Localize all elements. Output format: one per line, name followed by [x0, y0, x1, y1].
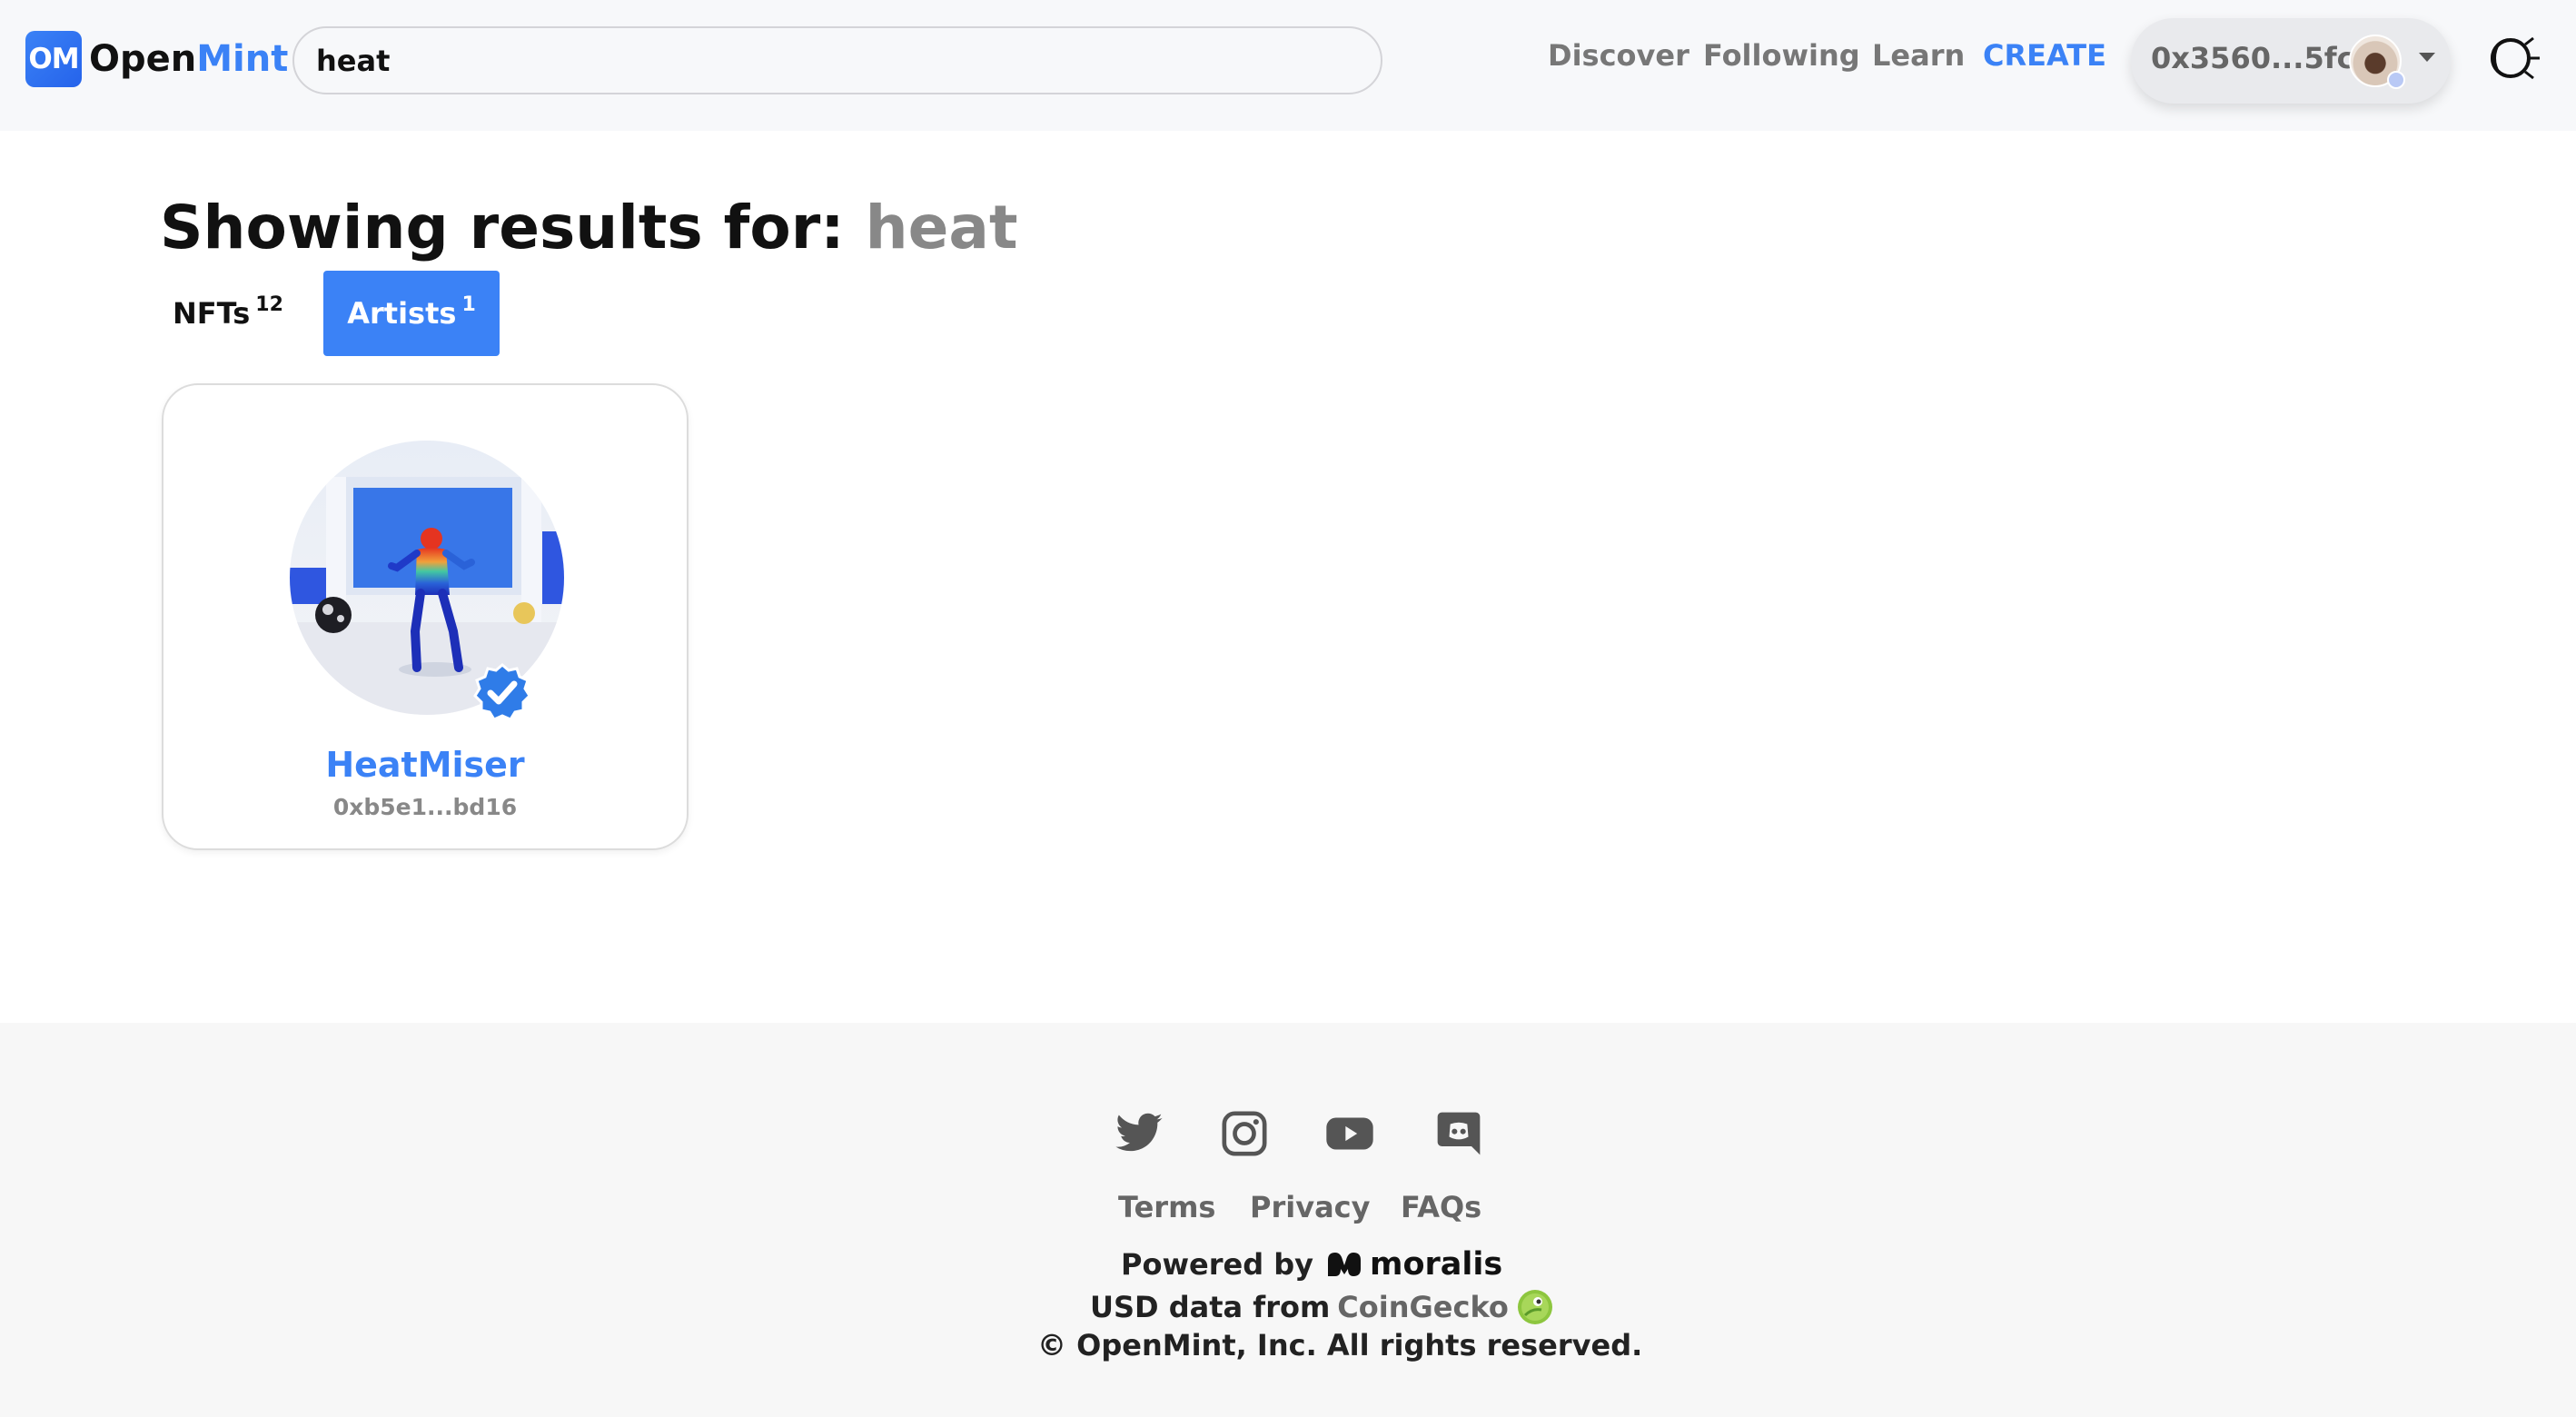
top-navbar: OM OpenMint Discover Following Learn CRE… [0, 0, 2576, 131]
footer-link-faqs[interactable]: FAQs [1401, 1190, 1481, 1224]
footer-link-privacy[interactable]: Privacy [1250, 1190, 1370, 1224]
powered-by-label: Powered by [1121, 1247, 1313, 1282]
logo-badge: OM [25, 31, 82, 87]
verified-badge-icon [473, 663, 531, 721]
powered-by: Powered by moralis [1121, 1246, 1502, 1283]
logo-wordmark: OpenMint [89, 38, 288, 80]
nav-following[interactable]: Following [1703, 38, 1860, 80]
theme-toggle-icon[interactable] [2487, 33, 2543, 84]
youtube-icon[interactable] [1324, 1108, 1375, 1159]
coingecko-link[interactable]: CoinGecko [1337, 1290, 1509, 1324]
artist-name[interactable]: HeatMiser [163, 745, 687, 785]
wallet-address: 0x3560...5fc [2151, 41, 2354, 75]
nav-discover[interactable]: Discover [1548, 38, 1689, 80]
wallet-verified-icon [2387, 71, 2405, 89]
logo-mint-text: Mint [196, 38, 289, 80]
discord-icon[interactable] [1433, 1108, 1484, 1159]
logo-open-text: Open [89, 38, 197, 80]
nav-create[interactable]: CREATE [1983, 38, 2106, 80]
moralis-brand[interactable]: moralis [1370, 1246, 1502, 1283]
usd-data-credit: USD data from CoinGecko [1090, 1288, 1554, 1326]
wallet-menu-button[interactable]: 0x3560...5fc [2131, 18, 2451, 104]
tab-artists-count: 1 [461, 292, 476, 316]
usd-data-label: USD data from [1090, 1290, 1331, 1324]
footer-link-terms[interactable]: Terms [1118, 1190, 1215, 1224]
footer: Terms Privacy FAQs Powered by moralis US… [0, 1023, 2576, 1417]
copyright: © OpenMint, Inc. All rights reserved. [1037, 1328, 1643, 1362]
artist-card[interactable]: HeatMiser 0xb5e1...bd16 [162, 383, 689, 850]
twitter-icon[interactable] [1114, 1108, 1164, 1159]
artist-address: 0xb5e1...bd16 [332, 794, 518, 820]
page-title: Showing results for: heat [160, 193, 1018, 263]
tab-artists-label: Artists [347, 296, 457, 331]
openmint-logo[interactable]: OM OpenMint [25, 31, 288, 87]
results-label: Showing results for: [160, 193, 866, 263]
results-query: heat [865, 193, 1018, 263]
chevron-down-icon [2419, 53, 2435, 62]
tab-artists[interactable]: Artists 1 [323, 271, 500, 356]
tab-nfts[interactable]: NFTs 12 [173, 271, 309, 356]
nav-learn[interactable]: Learn [1872, 38, 1965, 80]
tab-nfts-count: 12 [255, 292, 283, 316]
moralis-logo-icon[interactable] [1324, 1249, 1364, 1280]
instagram-icon[interactable] [1219, 1108, 1270, 1159]
coingecko-icon [1517, 1290, 1552, 1324]
search-input[interactable] [292, 26, 1382, 94]
tab-nfts-label: NFTs [173, 296, 251, 331]
